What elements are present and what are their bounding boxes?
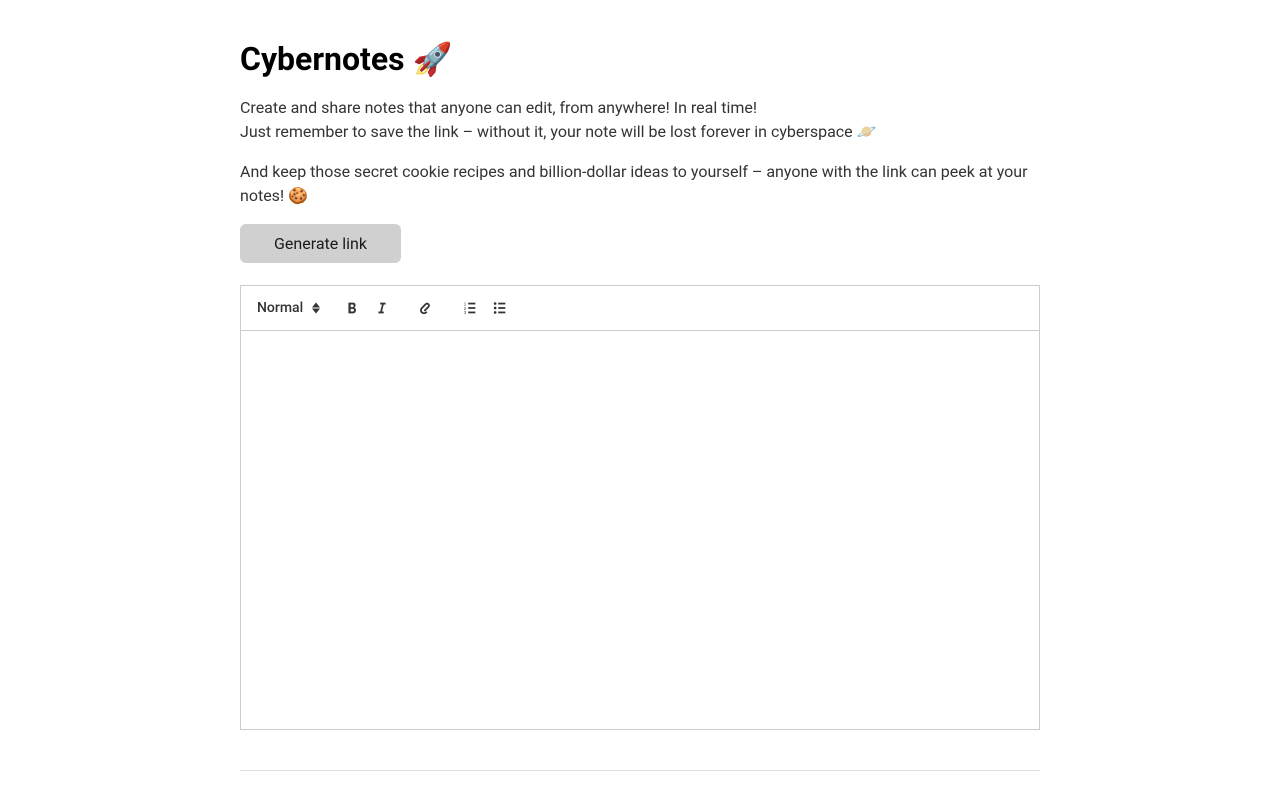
intro-paragraph-1: Create and share notes that anyone can e… [240, 96, 1040, 144]
editor-toolbar: Normal [241, 286, 1039, 331]
format-select-wrap: Normal [255, 296, 322, 320]
editor-wrapper: Normal [240, 285, 1040, 730]
intro-paragraph-2: And keep those secret cookie recipes and… [240, 160, 1040, 208]
intro-line-1: Create and share notes that anyone can e… [240, 98, 757, 117]
editor-content-area[interactable] [241, 331, 1039, 729]
bold-icon [344, 300, 360, 316]
ordered-list-icon: 1 2 3 [462, 300, 478, 316]
italic-icon [374, 300, 390, 316]
page-title: Cybernotes 🚀 [240, 40, 1040, 78]
bold-button[interactable] [338, 294, 366, 322]
footer-divider [240, 770, 1040, 771]
ordered-list-button[interactable]: 1 2 3 [456, 294, 484, 322]
italic-button[interactable] [368, 294, 396, 322]
link-icon [418, 300, 434, 316]
bullet-list-icon [492, 300, 508, 316]
page-container: Cybernotes 🚀 Create and share notes that… [240, 0, 1040, 771]
svg-text:3: 3 [464, 310, 467, 315]
link-button[interactable] [412, 294, 440, 322]
bullet-list-button[interactable] [486, 294, 514, 322]
intro-line-2: Just remember to save the link – without… [240, 122, 877, 141]
generate-link-button[interactable]: Generate link [240, 224, 401, 263]
format-select[interactable]: Normal [255, 296, 322, 320]
